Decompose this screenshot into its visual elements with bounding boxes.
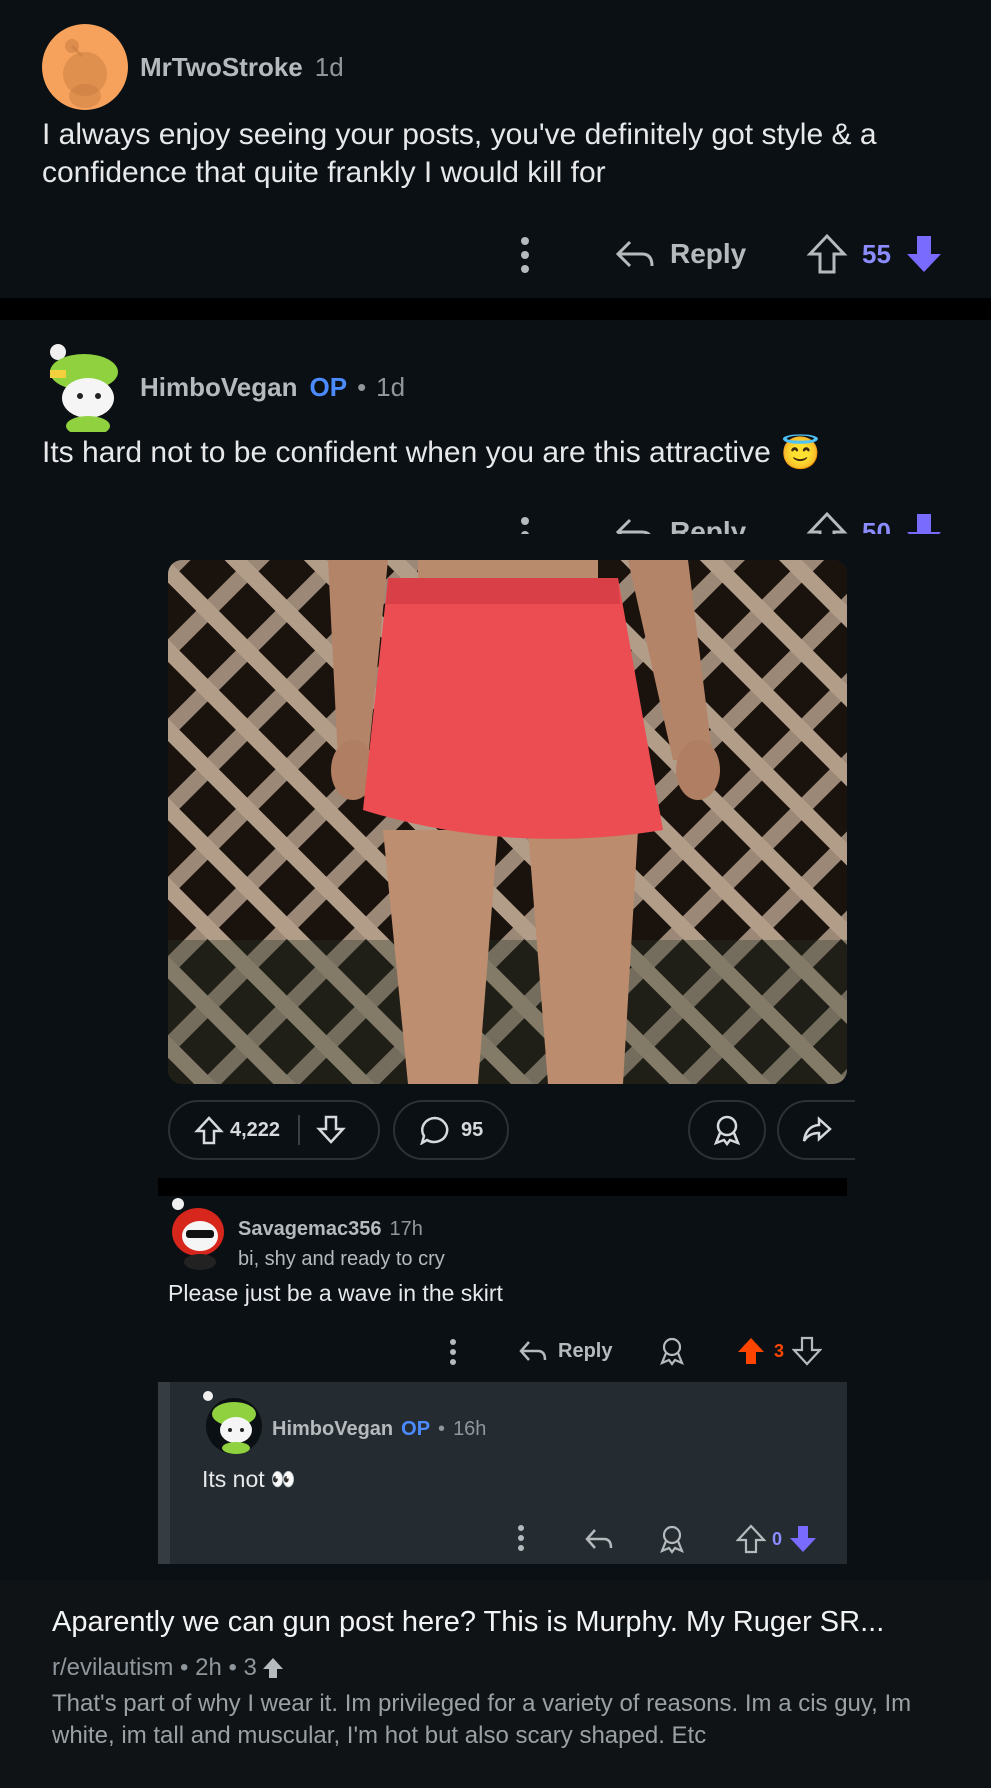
snoo-green-hat-avatar-icon	[50, 344, 118, 436]
comment-score: 50	[862, 516, 891, 535]
comment-divider	[0, 298, 991, 320]
comment-savagemac356: Savagemac356 17h bi, shy and ready to cr…	[158, 1196, 847, 1382]
upvote-icon[interactable]	[806, 232, 848, 276]
suggested-post[interactable]: Aparently we can gun post here? This is …	[0, 1580, 991, 1788]
reply-label: Reply	[670, 238, 747, 269]
username[interactable]: Savagemac356	[238, 1218, 381, 1241]
comment-score: 3	[774, 1340, 785, 1361]
comment-score: 55	[862, 238, 891, 269]
upvote-icon[interactable]	[736, 1524, 766, 1554]
comment-age: 17h	[389, 1218, 423, 1240]
op-badge: OP	[309, 372, 348, 402]
reply-label: Reply	[670, 516, 747, 534]
award-icon[interactable]	[658, 1524, 686, 1554]
upvote-icon[interactable]	[806, 510, 848, 534]
upvote-arrow-icon	[262, 1658, 283, 1678]
reply-label: Reply	[558, 1339, 613, 1362]
username[interactable]: HimboVegan	[272, 1418, 393, 1441]
photo-lattice-skirt	[168, 560, 847, 1084]
more-options-icon[interactable]	[518, 516, 532, 534]
comment-himbovegan-reply: HimboVegan OP • 16h Its not 👀 0	[158, 1382, 847, 1564]
comment-body: Its hard not to be confident when you ar…	[42, 436, 771, 469]
reply-button[interactable]: Reply	[614, 236, 746, 272]
comment-age: 1d	[376, 372, 406, 402]
downvote-icon[interactable]	[792, 1336, 823, 1366]
comment-himbovegan: HimboVegan OP • 1d Its hard not to be co…	[0, 320, 991, 534]
post-upvote-count: 4,222	[230, 1118, 281, 1141]
snoo-red-hair-sunglasses-avatar-icon	[172, 1198, 224, 1270]
comments-button[interactable]: 95	[393, 1100, 509, 1160]
user-flair: bi, shy and ready to cry	[238, 1248, 445, 1270]
upvote-icon[interactable]	[736, 1336, 766, 1366]
reply-icon[interactable]	[584, 1526, 614, 1552]
comment-body: I always enjoy seeing your posts, you've…	[42, 118, 877, 189]
snoo-avatar-icon	[63, 39, 107, 108]
reply-icon	[519, 1341, 547, 1361]
thread-line	[158, 1382, 170, 1564]
eyes-emoji: 👀	[270, 1469, 296, 1491]
comment-score: 0	[772, 1528, 783, 1549]
share-button[interactable]	[777, 1100, 855, 1160]
avatar[interactable]	[200, 1390, 264, 1456]
avatar[interactable]	[168, 1196, 228, 1270]
suggested-post-snippet: That's part of why I wear it. Im privile…	[52, 1690, 912, 1749]
avatar[interactable]	[42, 24, 128, 110]
avatar[interactable]	[42, 332, 124, 436]
downvote-icon[interactable]	[903, 510, 945, 534]
comment-body: Its not	[202, 1466, 265, 1492]
reply-icon	[615, 518, 651, 534]
upvote-icon[interactable]	[194, 1115, 224, 1145]
more-options-icon[interactable]	[516, 1524, 526, 1552]
comments-count: 95	[461, 1118, 484, 1141]
username[interactable]: HimboVegan	[140, 372, 297, 403]
share-icon	[802, 1116, 832, 1142]
comment-mrtwostroke: MrTwoStroke 1d I always enjoy seeing you…	[0, 0, 991, 298]
comment-body: Please just be a wave in the skirt	[168, 1280, 503, 1306]
award-icon	[713, 1115, 741, 1146]
separator: •	[438, 1418, 446, 1440]
reply-icon	[615, 240, 654, 268]
downvote-icon[interactable]	[903, 232, 945, 276]
post-image[interactable]	[168, 560, 847, 1084]
award-button[interactable]	[688, 1100, 766, 1160]
pill-divider	[298, 1115, 301, 1145]
username[interactable]: MrTwoStroke	[140, 52, 303, 83]
more-options-icon[interactable]	[448, 1338, 458, 1366]
vote-pill: 4,222	[168, 1100, 380, 1160]
more-options-icon[interactable]	[518, 236, 532, 274]
suggested-post-title[interactable]: Aparently we can gun post here? This is …	[52, 1606, 952, 1639]
comment-age: 16h	[453, 1418, 487, 1440]
halo-emoji: 😇	[780, 435, 821, 471]
downvote-icon[interactable]	[316, 1115, 346, 1145]
op-badge: OP	[401, 1418, 431, 1440]
award-icon[interactable]	[658, 1336, 686, 1366]
section-divider	[158, 1178, 847, 1196]
comment-bubble-icon	[420, 1116, 449, 1145]
comment-age: 1d	[314, 52, 344, 82]
reply-button[interactable]: Reply	[518, 1338, 612, 1364]
downvote-icon[interactable]	[788, 1524, 818, 1554]
separator: •	[357, 372, 367, 402]
reply-button[interactable]: Reply	[614, 514, 746, 534]
suggested-post-meta: r/evilautism • 2h • 3	[52, 1654, 257, 1681]
snoo-green-hat-avatar-icon	[203, 1391, 262, 1454]
